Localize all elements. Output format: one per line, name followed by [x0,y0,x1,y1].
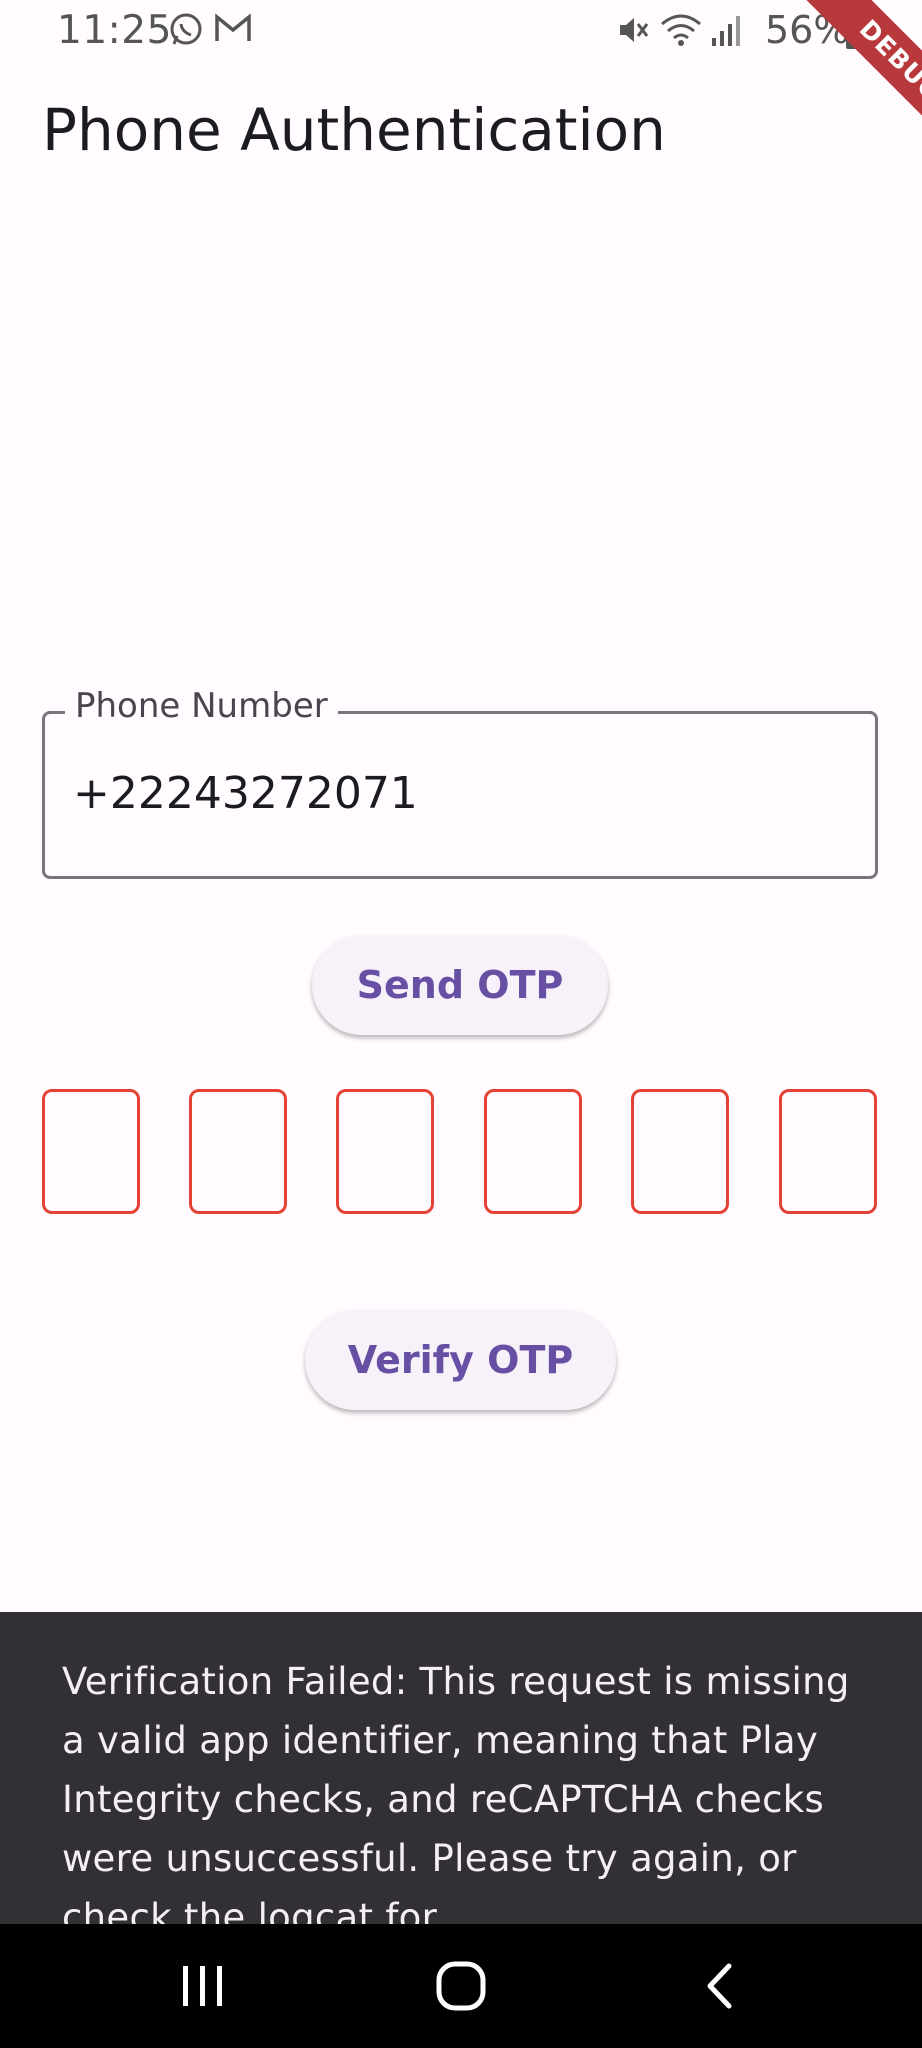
phone-number-field[interactable]: Phone Number [42,686,878,879]
otp-digit-box[interactable] [42,1089,140,1214]
gmail-icon [214,12,252,48]
status-time: 11:25 [57,8,172,53]
recents-icon[interactable] [133,1924,273,2048]
signal-icon [710,12,744,52]
home-icon[interactable] [391,1924,531,2048]
mute-icon [616,12,650,52]
snackbar: Verification Failed: This request is mis… [0,1612,922,1924]
send-otp-button[interactable]: Send OTP [312,935,608,1035]
otp-digit-box[interactable] [336,1089,434,1214]
page-title: Phone Authentication [42,96,666,164]
snackbar-message: Verification Failed: This request is mis… [62,1660,850,1924]
otp-digit-box[interactable] [189,1089,287,1214]
status-bar: 11:25 56% [0,0,922,62]
whatsapp-icon [168,12,204,52]
back-icon[interactable] [649,1924,789,2048]
navigation-bar [0,1924,922,2048]
otp-digit-box[interactable] [631,1089,729,1214]
otp-digit-box[interactable] [779,1089,877,1214]
verify-otp-button[interactable]: Verify OTP [305,1310,616,1410]
phone-number-input[interactable] [73,768,843,819]
otp-digit-box[interactable] [484,1089,582,1214]
phone-number-label: Phone Number [65,686,338,726]
wifi-icon [660,12,702,52]
